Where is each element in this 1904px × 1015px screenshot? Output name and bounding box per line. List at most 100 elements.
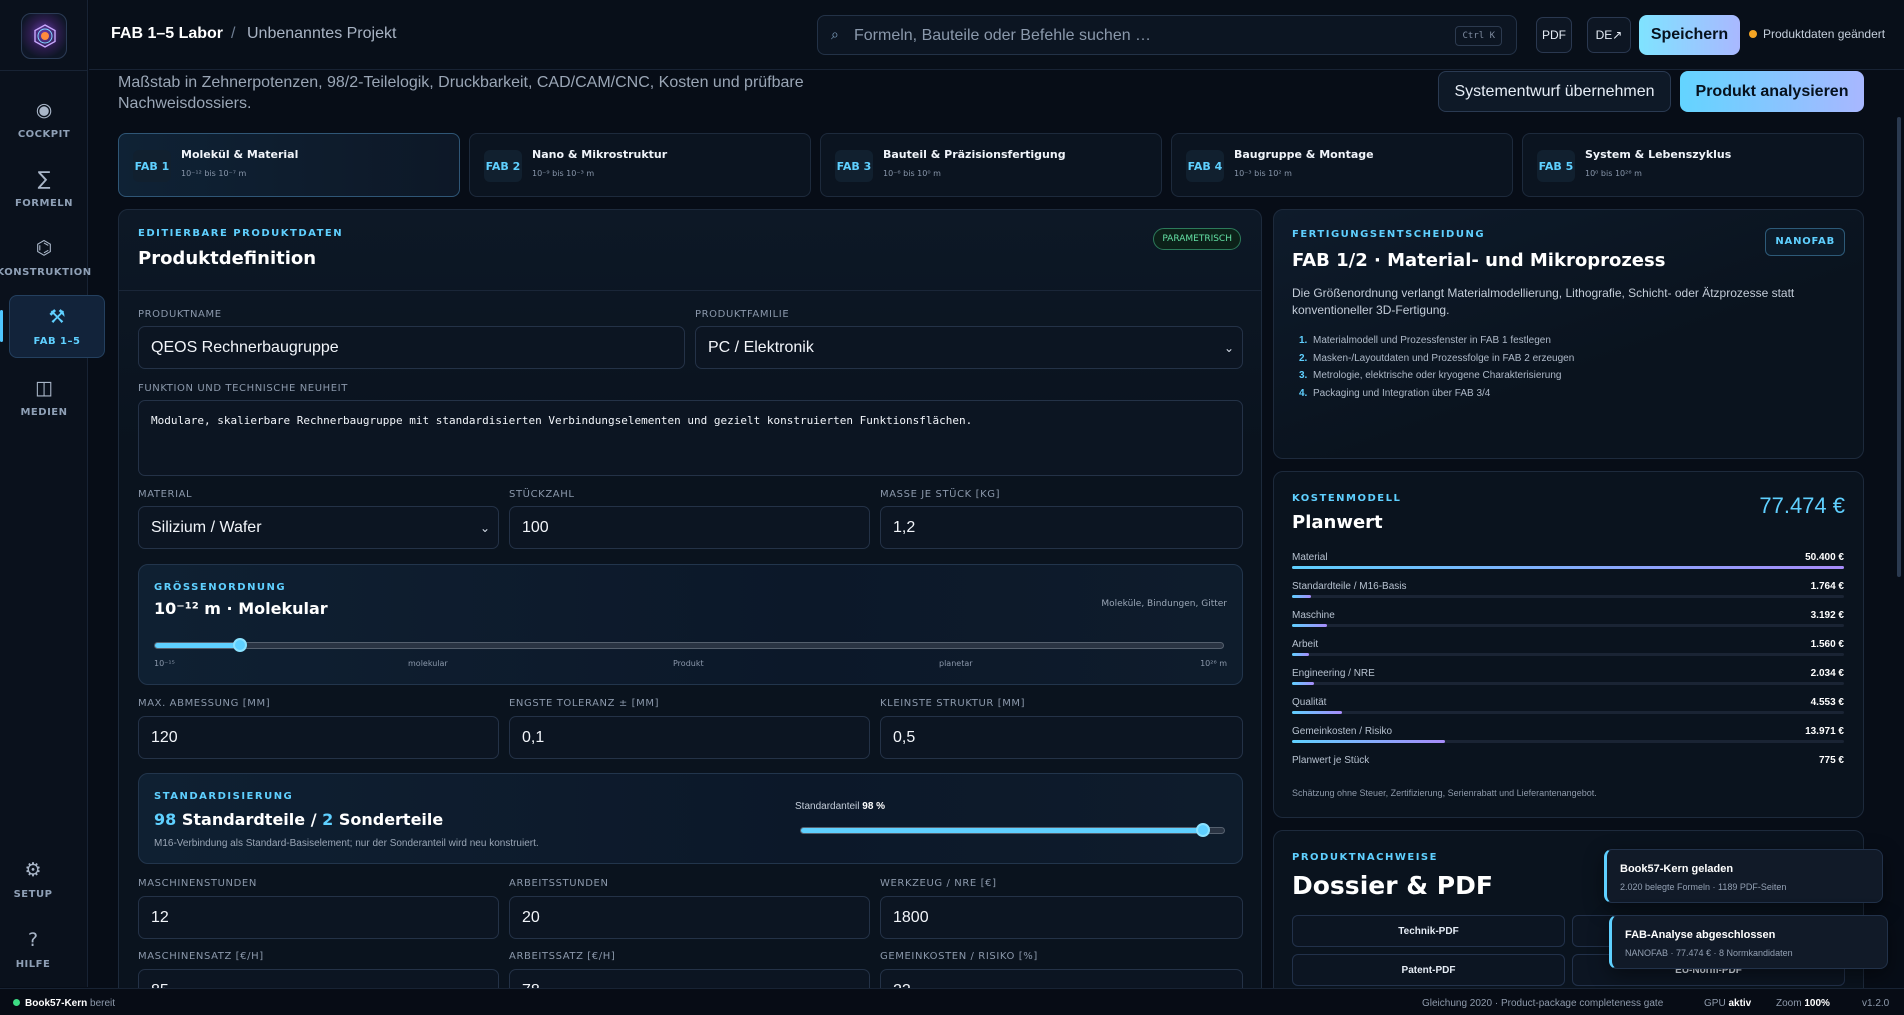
sidebar-item-hilfe[interactable]: ? HILFE <box>0 918 81 980</box>
sidebar-item-medien[interactable]: ◫ MEDIEN <box>0 366 92 428</box>
decision-eyebrow: FERTIGUNGSENTSCHEIDUNG <box>1292 229 1486 240</box>
cost-value: 1.764 € <box>1810 581 1844 592</box>
analyze-product-button[interactable]: Produkt analysieren <box>1680 71 1864 112</box>
quantity-field[interactable]: 100 <box>509 506 870 549</box>
cost-bar-fill <box>1292 566 1844 569</box>
fab-badge: FAB 4 <box>1186 150 1224 182</box>
cost-bar-fill <box>1292 653 1310 656</box>
tab-fab-4[interactable]: FAB 4 Baugruppe & Montage 10⁻³ bis 10² m <box>1171 133 1513 197</box>
patent-pdf-button[interactable]: Patent-PDF <box>1292 954 1565 986</box>
sidebar-item-setup[interactable]: ⚙ SETUP <box>0 848 81 910</box>
fab-name: Molekül & Material <box>181 148 299 161</box>
function-textarea[interactable]: Modulare, skalierbare Rechnerbaugruppe m… <box>138 400 1243 476</box>
technical-pdf-button[interactable]: Technik-PDF <box>1292 915 1565 947</box>
gear-icon: ⚙ <box>24 858 42 881</box>
max-dim-field[interactable]: 120 <box>138 716 499 759</box>
fab-tabs: FAB 1 Molekül & Material 10⁻¹² bis 10⁻⁷ … <box>118 133 1864 197</box>
project-name[interactable]: Unbenanntes Projekt <box>247 25 396 43</box>
cost-row: Gemeinkosten / Risiko 13.971 € <box>1292 726 1844 755</box>
product-name-field[interactable]: QEOS Rechnerbaugruppe <box>138 326 685 369</box>
cost-bar <box>1292 682 1844 685</box>
work-rate-label: ARBEITSSATZ [€/H] <box>509 951 616 962</box>
material-label: MATERIAL <box>138 489 193 500</box>
sidebar-item-konstruktion[interactable]: ⌬ KONSTRUKTION <box>0 226 92 288</box>
cost-row: Material 50.400 € <box>1292 552 1844 581</box>
machine-hours-field[interactable]: 12 <box>138 896 499 939</box>
tab-fab-5[interactable]: FAB 5 System & Lebenszyklus 10⁰ bis 10²⁶… <box>1522 133 1864 197</box>
fab-name: Nano & Mikrostruktur <box>532 148 668 161</box>
zoom-status[interactable]: Zoom 100% <box>1776 998 1830 1009</box>
scale-slider[interactable] <box>154 638 1224 652</box>
tooling-field[interactable]: 1800 <box>880 896 1243 939</box>
product-family-value: PC / Elektronik <box>708 338 814 356</box>
tab-fab-1[interactable]: FAB 1 Molekül & Material 10⁻¹² bis 10⁻⁷ … <box>118 133 460 197</box>
fab-name: Bauteil & Präzisionsfertigung <box>883 148 1066 161</box>
min-struct-field[interactable]: 0,5 <box>880 716 1243 759</box>
scale-tick: 10²⁶ m <box>1200 659 1227 668</box>
cost-row: Maschine 3.192 € <box>1292 610 1844 639</box>
gate-status: Gleichung 2020 · Product-package complet… <box>1422 998 1664 1009</box>
page-scrollbar[interactable] <box>1897 117 1901 577</box>
adopt-design-button[interactable]: Systementwurf übernehmen <box>1438 71 1671 112</box>
product-name-label: PRODUKTNAME <box>138 309 222 320</box>
sidebar-item-cockpit[interactable]: ◉ COCKPIT <box>0 88 92 150</box>
zoom-label: Zoom <box>1776 998 1802 1009</box>
cost-bar <box>1292 624 1844 627</box>
scale-slider-thumb[interactable] <box>233 638 248 652</box>
fab-badge: FAB 1 <box>133 150 171 182</box>
sidebar-item-fab[interactable]: ⚒ FAB 1–5 <box>9 295 105 358</box>
cost-bar <box>1292 740 1844 743</box>
sidebar-item-formeln[interactable]: ∑ FORMELN <box>0 157 92 219</box>
toast-analysis-done[interactable]: FAB-Analyse abgeschlossen NANOFAB · 77.4… <box>1609 915 1888 969</box>
cost-label: Arbeit <box>1292 639 1319 650</box>
cost-label: Qualität <box>1292 697 1327 708</box>
decision-steps: 1. Materialmodell und Prozessfenster in F… <box>1299 335 1574 405</box>
function-label: FUNKTION UND TECHNISCHE NEUHEIT <box>138 383 348 394</box>
product-family-select[interactable]: PC / Elektronik ⌄ <box>695 326 1243 369</box>
cost-bar-fill <box>1292 595 1312 598</box>
chevron-down-icon: ⌄ <box>1223 341 1234 355</box>
fab-range: 10⁰ bis 10²⁶ m <box>1585 169 1642 178</box>
sidebar: ◉ COCKPIT ∑ FORMELN ⌬ KONSTRUKTION ⚒ FAB… <box>0 0 105 987</box>
panel-divider <box>119 290 1261 291</box>
standard-slider-thumb[interactable] <box>1195 823 1210 837</box>
gpu-value: aktiv <box>1728 998 1752 1009</box>
unsaved-status: Produktdaten geändert <box>1749 27 1885 41</box>
sidebar-item-label: KONSTRUKTION <box>0 266 92 278</box>
proofs-title: Dossier & PDF <box>1292 871 1493 900</box>
toast-title: FAB-Analyse abgeschlossen <box>1625 929 1776 941</box>
cost-bar <box>1292 566 1844 569</box>
toast-core-loaded[interactable]: Book57-Kern geladen 2.020 belegte Formel… <box>1604 849 1883 903</box>
mass-label: MASSE JE STÜCK [KG] <box>880 489 1001 500</box>
fab-name: System & Lebenszyklus <box>1585 148 1732 161</box>
fab-range: 10⁻⁹ bis 10⁻³ m <box>532 169 595 178</box>
standard-slider-fill <box>801 828 1203 833</box>
min-struct-label: KLEINSTE STRUKTUR [MM] <box>880 698 1026 709</box>
save-button[interactable]: Speichern <box>1639 15 1740 55</box>
special-count: 2 <box>322 810 334 829</box>
work-hours-field[interactable]: 20 <box>509 896 870 939</box>
standard-share: Standardanteil 98 % <box>795 801 885 812</box>
pdf-button[interactable]: PDF <box>1536 17 1572 53</box>
work-hours-label: ARBEITSSTUNDEN <box>509 878 609 889</box>
decision-description: Die Größenordnung verlangt Materialmodel… <box>1292 286 1795 317</box>
search-box[interactable]: ⌕ Ctrl K <box>817 15 1517 55</box>
cost-row: Standardteile / M16-Basis 1.764 € <box>1292 581 1844 610</box>
cost-row: Planwert je Stück 775 € <box>1292 755 1844 784</box>
standard-note: M16-Verbindung als Standard-Basiselement… <box>154 838 539 849</box>
parametric-badge: PARAMETRISCH <box>1153 228 1241 250</box>
tolerance-field[interactable]: 0,1 <box>509 716 870 759</box>
mass-field[interactable]: 1,2 <box>880 506 1243 549</box>
standard-share-slider[interactable] <box>800 823 1225 837</box>
list-item: 4. Packaging und Integration über FAB 3/4 <box>1299 387 1491 399</box>
tab-fab-2[interactable]: FAB 2 Nano & Mikrostruktur 10⁻⁹ bis 10⁻³… <box>469 133 811 197</box>
material-select[interactable]: Silizium / Wafer ⌄ <box>138 506 499 549</box>
app-logo[interactable] <box>21 13 67 59</box>
fab-range: 10⁻¹² bis 10⁻⁷ m <box>181 169 247 178</box>
proofs-eyebrow: PRODUKTNACHWEISE <box>1292 852 1438 863</box>
standard-summary: 98 Standardteile / 2 Sonderteile <box>154 810 443 829</box>
search-input[interactable] <box>854 25 1434 47</box>
language-button[interactable]: DE↗ <box>1587 17 1631 53</box>
fab-badge: FAB 5 <box>1537 150 1575 182</box>
tab-fab-3[interactable]: FAB 3 Bauteil & Präzisionsfertigung 10⁻⁶… <box>820 133 1162 197</box>
